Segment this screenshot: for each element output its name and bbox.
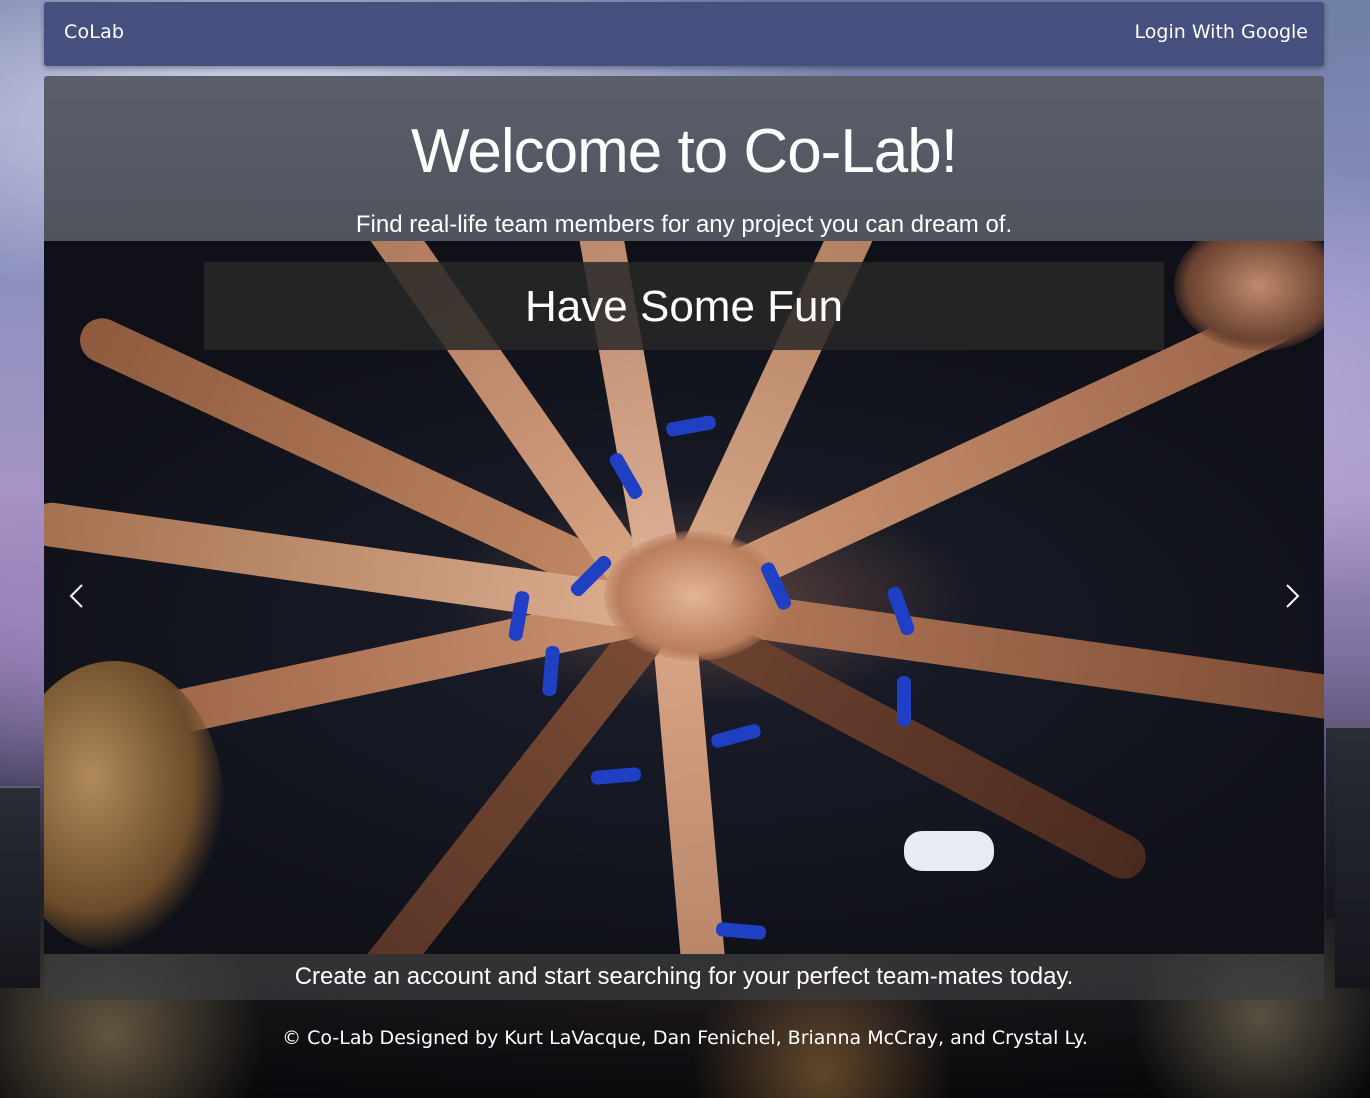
arm (652, 626, 742, 954)
building (1335, 726, 1370, 988)
jumbotron: Welcome to Co-Lab! Find real-life team m… (44, 76, 1324, 241)
copyright-footer: © Co-Lab Designed by Kurt LaVacque, Dan … (282, 1027, 1088, 1049)
brand-logo[interactable]: CoLab (64, 21, 124, 43)
chevron-left-icon (69, 584, 83, 608)
image-carousel: Have Some Fun (44, 241, 1324, 954)
wristband (897, 676, 911, 726)
carousel-next-button[interactable] (1273, 581, 1313, 621)
building (0, 786, 40, 988)
cta-text: Create an account and start searching fo… (294, 963, 1074, 990)
login-with-google-button[interactable]: Login With Google (1135, 21, 1308, 43)
page-subtitle: Find real-life team members for any proj… (355, 211, 1013, 238)
carousel-caption-text: Have Some Fun (525, 282, 843, 331)
wristband (665, 414, 717, 438)
carousel-prev-button[interactable] (56, 581, 96, 621)
hands-center (604, 531, 784, 661)
wristband (710, 722, 762, 750)
page-title: Welcome to Co-Lab! (411, 117, 958, 186)
navbar: CoLab Login With Google (44, 2, 1324, 66)
wristband (541, 645, 561, 697)
wristband (590, 766, 642, 786)
carousel-caption: Have Some Fun (204, 262, 1164, 350)
main-card: Welcome to Co-Lab! Find real-life team m… (44, 76, 1324, 1000)
cta-banner: Create an account and start searching fo… (44, 954, 1324, 1000)
chevron-right-icon (1286, 584, 1300, 608)
sneaker (904, 831, 994, 871)
